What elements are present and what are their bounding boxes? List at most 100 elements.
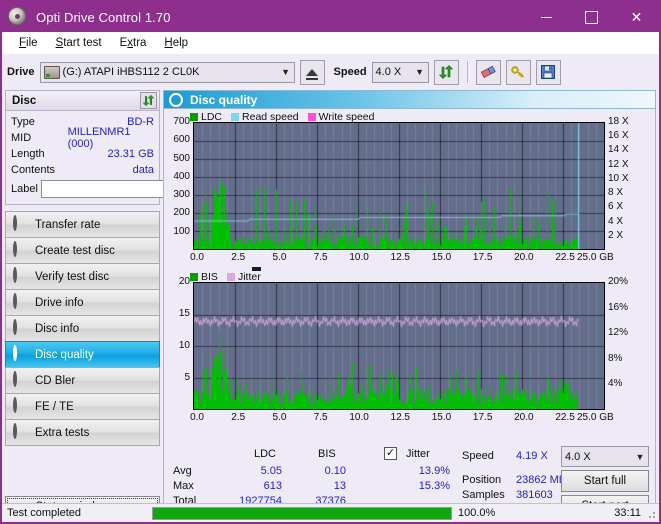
axis-tick-label: 12.5 — [390, 252, 410, 263]
progress-bar — [152, 506, 452, 520]
menu-item-start-test[interactable]: Start test — [47, 35, 111, 51]
disc-quality-icon — [169, 92, 183, 107]
axis-tick-label: 17.5 — [472, 412, 493, 423]
axis-tick-label: 25.0 GB — [577, 252, 614, 263]
axis-tick-label: 16% — [608, 301, 629, 313]
axis-tick-label: 7.5 — [313, 252, 328, 263]
axis-tick-label: 0.0 — [190, 252, 204, 263]
sidebar-item-cd-bler[interactable]: CD Bler — [5, 367, 160, 394]
sidebar-item-label: Disc quality — [35, 348, 94, 361]
status-bar: Test completed 100.0% 33:11 — [2, 503, 659, 522]
erase-button[interactable] — [475, 59, 501, 85]
resize-grip-icon[interactable] — [645, 508, 657, 520]
extra-tests-icon — [13, 423, 28, 440]
axis-tick-label: 20.0 — [514, 412, 534, 423]
menu-item-help[interactable]: Help — [155, 35, 197, 51]
stats-avg-ldc: 5.05 — [260, 465, 282, 477]
title-bar: Opti Drive Control 1.70 ✕ — [2, 2, 659, 32]
axis-tick-label: 25.0 GB — [577, 412, 614, 423]
sidebar-item-label: Drive info — [35, 296, 84, 309]
disc-info-row-contents: Contents data — [11, 162, 154, 178]
speed-select[interactable]: 4.0 X ▼ — [371, 61, 429, 83]
drive-select[interactable]: (G:) ATAPI iHBS112 2 CL0K ▼ — [39, 61, 295, 83]
axis-tick-label: 22.5 — [555, 252, 575, 263]
stats-max-jitter: 15.3% — [418, 480, 450, 492]
refresh-button[interactable] — [433, 59, 459, 85]
disc-refresh-button[interactable] — [140, 92, 157, 109]
refresh-icon — [142, 94, 155, 107]
axis-tick-label: 20.0 — [514, 252, 534, 263]
sidebar-item-disc-quality[interactable]: Disc quality — [5, 341, 160, 368]
axis-tick-label: 100 — [173, 225, 190, 237]
sidebar-item-label: Extra tests — [35, 426, 90, 439]
sidebar-item-drive-info[interactable]: Drive info — [5, 289, 160, 316]
row-key: Type — [11, 116, 35, 128]
position-value: 23862 MB — [516, 474, 567, 486]
axis-tick-label: 15.0 — [431, 252, 452, 263]
axis-tick-label: 700 — [173, 116, 190, 127]
row-value: 23.31 GB — [107, 148, 154, 160]
stats-max-ldc: 613 — [263, 480, 282, 492]
axis-tick-label: 400 — [173, 170, 190, 182]
bis-plot-area[interactable] — [193, 282, 605, 410]
sidebar-item-fe-te[interactable]: FE / TE — [5, 393, 160, 420]
axis-tick-label: 0.0 — [190, 412, 204, 423]
speed-label: Speed — [333, 66, 367, 78]
sidebar-item-verify-test-disc[interactable]: Verify test disc — [5, 263, 160, 290]
sidebar-item-create-test-disc[interactable]: Create test disc — [5, 237, 160, 264]
position-key: Position — [462, 474, 502, 486]
test-speed-select[interactable]: 4.0 X ▼ — [561, 446, 649, 467]
cd-bler-icon — [13, 371, 28, 388]
app-disc-icon — [8, 7, 28, 27]
eject-button[interactable] — [299, 59, 325, 85]
save-button[interactable] — [535, 59, 561, 85]
axis-tick-label: 5.0 — [272, 252, 287, 263]
maximize-button[interactable] — [569, 2, 614, 32]
samples-value: 381603 — [516, 489, 553, 501]
jitter-checkbox[interactable]: ✓ — [384, 447, 397, 460]
sidebar-item-disc-info[interactable]: Disc info — [5, 315, 160, 342]
sidebar-item-extra-tests[interactable]: Extra tests — [5, 419, 160, 446]
create-test-disc-icon — [13, 241, 28, 258]
close-button[interactable]: ✕ — [614, 2, 659, 32]
start-full-button[interactable]: Start full — [561, 470, 649, 492]
ldc-plot-area[interactable] — [193, 122, 605, 250]
window-title: Opti Drive Control 1.70 — [36, 9, 171, 25]
chevron-down-icon: ▼ — [415, 67, 424, 77]
test-speed-value: 4.0 X — [565, 450, 591, 463]
menu-item-extra[interactable]: Extra — [111, 35, 156, 51]
axis-tick-label: 15.0 — [431, 412, 452, 423]
axis-tick-label: 8% — [608, 352, 623, 364]
sidebar-item-label: CD Bler — [35, 374, 76, 387]
page-title: Disc quality — [190, 92, 258, 107]
legend-swatch — [226, 273, 235, 281]
minimize-button[interactable] — [524, 2, 569, 32]
verify-test-disc-icon — [13, 267, 28, 284]
legend-swatch — [190, 273, 198, 281]
disc-info-icon — [13, 319, 28, 336]
toolbar-separator — [466, 61, 468, 83]
window-controls: ✕ — [524, 2, 659, 32]
sidebar-item-transfer-rate[interactable]: Transfer rate — [5, 211, 160, 238]
speed-value: 4.19 X — [516, 450, 548, 462]
bis-plot-canvas — [194, 283, 604, 409]
sidebar-item-label: Transfer rate — [35, 218, 101, 231]
speed-select-value: 4.0 X — [375, 66, 402, 78]
axis-tick-label: 2.5 — [231, 412, 246, 423]
stats-avg-jitter: 13.9% — [418, 465, 450, 477]
samples-key: Samples — [462, 489, 505, 501]
disc-info-row-mid: MID MILLENMR1 (000) — [11, 126, 154, 150]
axis-tick-label: 22.5 — [555, 412, 575, 423]
drive-icon — [43, 65, 60, 79]
menu-item-file[interactable]: File — [10, 35, 47, 51]
axis-tick-label: 10 — [178, 340, 190, 351]
refresh-icon — [438, 65, 454, 79]
row-value: MILLENMR1 (000) — [67, 126, 131, 150]
drive-select-value: (G:) ATAPI iHBS112 2 CL0K — [62, 66, 200, 78]
axis-tick-label: 5 — [184, 372, 190, 383]
speed-key: Speed — [462, 450, 494, 462]
keys-button[interactable] — [505, 59, 531, 85]
fe-te-icon — [13, 397, 28, 414]
disc-panel-title: Disc — [12, 94, 37, 107]
axis-tick-label: 7.5 — [313, 412, 328, 423]
